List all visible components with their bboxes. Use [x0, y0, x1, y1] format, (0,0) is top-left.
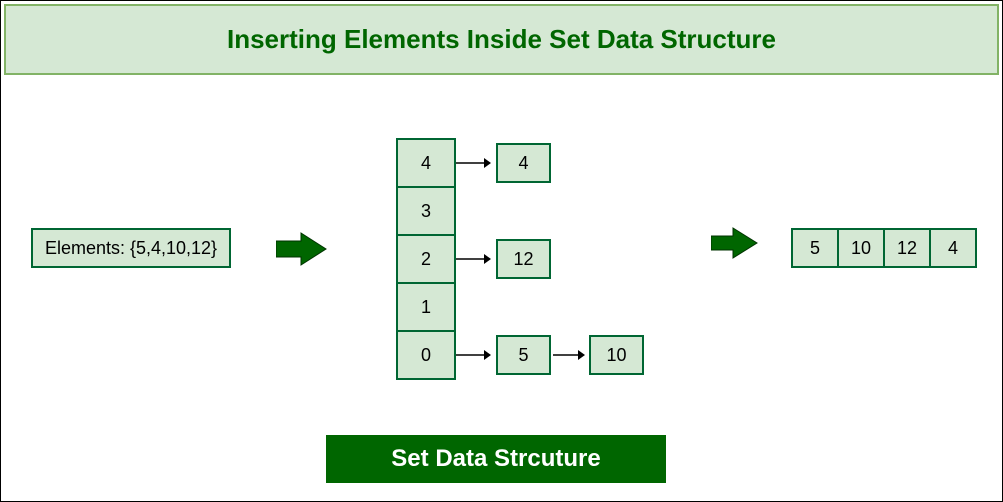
result-cell: 4: [929, 228, 977, 268]
footer-label: Set Data Strcuture: [326, 435, 666, 483]
bucket-cell: 1: [396, 282, 456, 332]
page-title: Inserting Elements Inside Set Data Struc…: [6, 24, 997, 55]
result-cell: 10: [837, 228, 885, 268]
chain-node: 5: [496, 335, 551, 375]
elements-box: Elements: {5,4,10,12}: [31, 228, 231, 268]
result-row: 5 10 12 4: [791, 228, 977, 268]
chain-node: 12: [496, 239, 551, 279]
arrow-icon: [456, 156, 491, 175]
bucket-cell: 0: [396, 330, 456, 380]
result-cell: 5: [791, 228, 839, 268]
chain-node: 4: [496, 143, 551, 183]
hash-table: 4 3 2 1 0: [396, 138, 456, 380]
arrow-icon: [711, 226, 761, 260]
bucket-cell: 4: [396, 138, 456, 188]
arrow-icon: [456, 348, 491, 367]
result-cell: 12: [883, 228, 931, 268]
content-area: Elements: {5,4,10,12} 4 3 2 1 0 4 12: [1, 78, 1002, 498]
arrow-icon: [276, 231, 331, 267]
arrow-icon: [456, 252, 491, 271]
bucket-cell: 3: [396, 186, 456, 236]
bucket-cell: 2: [396, 234, 456, 284]
header-bar: Inserting Elements Inside Set Data Struc…: [4, 4, 999, 75]
chain-node: 10: [589, 335, 644, 375]
arrow-icon: [553, 348, 585, 367]
elements-label: Elements: {5,4,10,12}: [45, 238, 217, 259]
diagram-container: Inserting Elements Inside Set Data Struc…: [0, 0, 1003, 502]
